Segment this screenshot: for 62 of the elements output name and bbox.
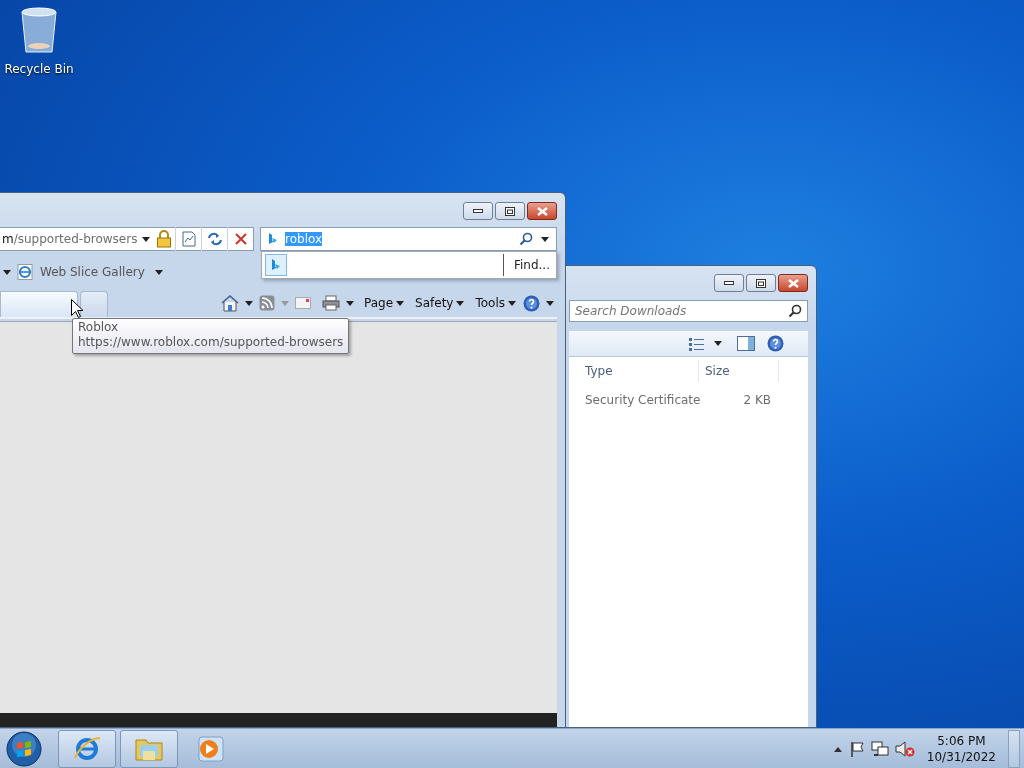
preview-pane-icon[interactable]	[737, 336, 755, 351]
favorite-link[interactable]: Web Slice Gallery	[36, 263, 149, 281]
close-button[interactable]	[778, 274, 808, 292]
mail-icon[interactable]	[295, 297, 311, 309]
help-icon[interactable]	[767, 335, 784, 352]
caret-icon[interactable]	[541, 236, 549, 242]
maximize-button[interactable]	[495, 202, 525, 220]
maximize-icon	[505, 206, 515, 216]
tooltip-url: https://www.roblox.com/supported-browsers	[78, 335, 344, 350]
view-icon[interactable]	[689, 336, 705, 351]
caret-icon[interactable]	[346, 300, 354, 306]
printer-icon[interactable]	[322, 295, 340, 311]
search-field[interactable]: Search Downloads	[569, 300, 808, 322]
stop-icon	[234, 233, 247, 245]
recycle-bin-icon[interactable]	[19, 6, 59, 54]
minimize-button[interactable]	[463, 202, 493, 220]
caret-icon[interactable]	[714, 341, 722, 346]
feed-icon[interactable]	[259, 295, 275, 311]
caret-icon	[396, 300, 405, 306]
flag-icon[interactable]	[848, 740, 865, 757]
command-menu[interactable]: Tools	[471, 294, 520, 312]
command-menu[interactable]: Page	[360, 294, 409, 312]
url-text[interactable]: m/supported-browsers	[0, 230, 139, 248]
tooltip-title: Roblox	[78, 320, 120, 335]
caret-icon	[456, 300, 465, 306]
close-button[interactable]	[527, 202, 557, 220]
minimize-button[interactable]	[714, 274, 744, 292]
maximize-icon	[756, 278, 766, 288]
caret-icon[interactable]	[245, 300, 253, 306]
caret-icon[interactable]	[546, 300, 554, 306]
refresh-icon	[206, 232, 223, 246]
table-cell-text: 2 KB	[742, 392, 772, 409]
maximize-button[interactable]	[746, 274, 776, 292]
page-icon	[181, 231, 196, 247]
address-bar[interactable]: m/supported-browsers	[0, 227, 254, 251]
help-icon[interactable]	[523, 294, 540, 312]
find-link[interactable]: Find...	[513, 256, 550, 274]
start-button-icon[interactable]	[4, 729, 44, 768]
minimize-icon	[724, 281, 734, 285]
home-icon[interactable]	[221, 294, 239, 312]
caret-icon[interactable]	[3, 269, 11, 275]
clock[interactable]: 5:06 PM 10/31/2022	[926, 732, 996, 765]
speaker-icon[interactable]	[894, 739, 915, 758]
icon-label[interactable]: Recycle Bin	[4, 60, 74, 78]
close-icon	[536, 206, 548, 216]
lock-icon[interactable]	[156, 230, 172, 248]
close-icon	[787, 278, 799, 288]
column-header[interactable]: Size	[699, 360, 779, 382]
caret-icon[interactable]	[142, 236, 150, 242]
network-icon[interactable]	[870, 740, 889, 757]
table-cell-text: Security Certificate	[584, 392, 699, 409]
taskbar-button[interactable]	[58, 729, 116, 768]
minimize-icon	[473, 209, 483, 213]
caret-icon[interactable]	[154, 269, 163, 275]
mouse-cursor-icon	[71, 299, 83, 318]
caret-icon	[508, 300, 516, 306]
search-icon[interactable]	[519, 232, 533, 246]
command-menu[interactable]: Safety	[411, 294, 469, 312]
search-icon[interactable]	[788, 304, 802, 318]
column-header[interactable]: Type	[579, 360, 699, 382]
browser-icon	[17, 264, 33, 280]
media-player-icon	[196, 733, 226, 764]
